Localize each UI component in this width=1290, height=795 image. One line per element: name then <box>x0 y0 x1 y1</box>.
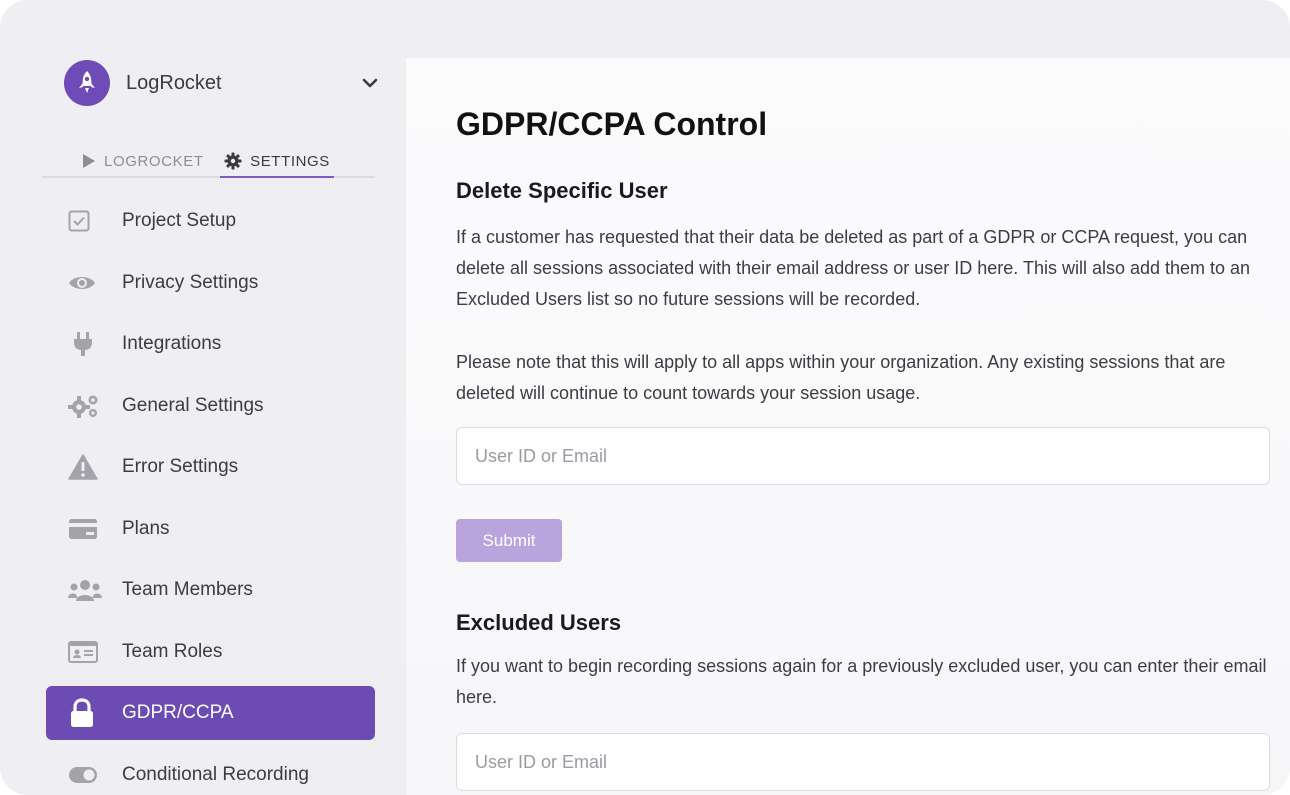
sidebar-item-conditional-recording[interactable]: Conditional Recording <box>46 748 375 795</box>
sidebar-item-privacy-settings[interactable]: Privacy Settings <box>46 256 375 310</box>
gears-icon <box>68 393 108 419</box>
users-icon <box>68 578 108 602</box>
sidebar-item-label: Project Setup <box>122 210 237 231</box>
sidebar-item-team-roles[interactable]: Team Roles <box>46 625 375 679</box>
id-card-icon <box>68 640 108 663</box>
sidebar-item-general-settings[interactable]: General Settings <box>46 379 375 433</box>
tab-logrocket[interactable]: LOGROCKET <box>82 146 204 176</box>
eye-icon <box>68 274 108 292</box>
checkbox-icon <box>68 210 108 232</box>
tab-logrocket-label: LOGROCKET <box>104 152 204 170</box>
excluded-users-description: If you want to begin recording sessions … <box>456 656 1267 707</box>
sidebar-item-label: General Settings <box>122 394 264 416</box>
sidebar-item-label: Integrations <box>122 333 222 354</box>
logrocket-logo-icon <box>64 60 110 106</box>
toggle-icon <box>68 766 108 784</box>
app-window: LogRocket LOGROCKET SETTINGS Project Set… <box>0 0 1290 795</box>
chevron-down-icon[interactable] <box>360 73 380 93</box>
sidebar-item-label: Team Roles <box>122 640 223 662</box>
org-name: LogRocket <box>126 71 222 94</box>
play-icon <box>82 153 96 169</box>
sidebar-item-gdpr-ccpa[interactable]: GDPR/CCPA <box>46 686 375 740</box>
credit-card-icon <box>68 518 108 540</box>
lock-icon <box>68 698 108 728</box>
sidebar-item-label: Team Members <box>122 579 253 600</box>
delete-user-note: Please note that this will apply to all … <box>456 352 1226 403</box>
warning-icon <box>68 454 108 480</box>
sidebar-item-label: Privacy Settings <box>122 271 259 293</box>
settings-nav: Project Setup Privacy Settings Integrati… <box>46 194 375 795</box>
gear-icon <box>224 152 242 170</box>
submit-button[interactable]: Submit <box>456 519 562 562</box>
mode-tabs: LOGROCKET SETTINGS <box>42 138 375 178</box>
sidebar-item-integrations[interactable]: Integrations <box>46 317 375 371</box>
plug-icon <box>68 331 108 357</box>
sidebar-item-label: Error Settings <box>122 456 239 477</box>
sidebar-item-label: Conditional Recording <box>122 763 309 785</box>
page-title: GDPR/CCPA Control <box>456 106 768 142</box>
delete-user-description: If a customer has requested that their d… <box>456 227 1251 309</box>
sidebar: LogRocket LOGROCKET SETTINGS Project Set… <box>0 0 405 795</box>
tab-settings-label: SETTINGS <box>250 152 330 170</box>
sidebar-item-plans[interactable]: Plans <box>46 502 375 556</box>
delete-user-input[interactable] <box>456 427 1270 485</box>
sidebar-item-team-members[interactable]: Team Members <box>46 563 375 617</box>
excluded-users-section-title: Excluded Users <box>456 610 622 635</box>
delete-user-section-title: Delete Specific User <box>456 178 668 203</box>
sidebar-item-label: GDPR/CCPA <box>122 702 234 723</box>
org-switcher[interactable]: LogRocket <box>64 60 380 106</box>
tab-settings[interactable]: SETTINGS <box>220 146 334 178</box>
excluded-user-input[interactable] <box>456 733 1270 791</box>
sidebar-item-error-settings[interactable]: Error Settings <box>46 440 375 494</box>
sidebar-item-project-setup[interactable]: Project Setup <box>46 194 375 248</box>
sidebar-item-label: Plans <box>122 517 170 539</box>
main-content: GDPR/CCPA Control Delete Specific User I… <box>406 58 1290 795</box>
